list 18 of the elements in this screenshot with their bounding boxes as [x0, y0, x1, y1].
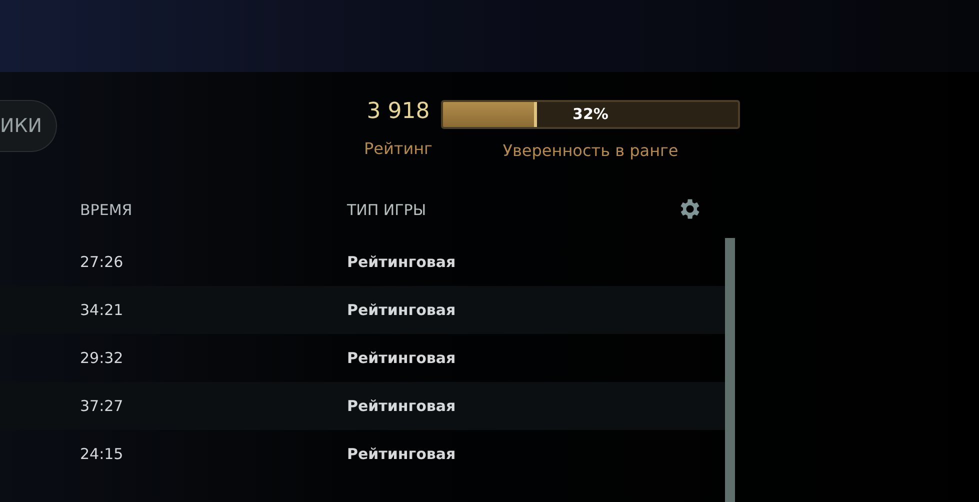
tab-button[interactable]: ИКИ	[0, 100, 58, 152]
time-cell-text: 24:15	[80, 444, 124, 465]
game-type-cell-text: Рейтинговая	[347, 444, 456, 465]
column-header: ВРЕМЯ	[80, 200, 134, 221]
time-cell-text: 27:26	[80, 252, 124, 273]
rating-label: Рейтинг	[364, 138, 432, 160]
column-header: ТИП ИГРЫ	[347, 200, 428, 221]
game-type-cell-text: Рейтинговая	[347, 300, 456, 321]
scrollbar[interactable]	[725, 238, 735, 502]
time-cell-text: 29:32	[80, 348, 124, 369]
game-type-cell-text: Рейтинговая	[347, 252, 456, 273]
time-cell-text: 34:21	[80, 300, 124, 321]
confidence-label: Уверенность в ранге	[502, 140, 678, 162]
rating-value: 3 918	[366, 101, 430, 123]
time-cell-text: 37:27	[80, 396, 124, 417]
game-type-cell-text: Рейтинговая	[347, 348, 456, 369]
game-type-cell-text: Рейтинговая	[347, 396, 456, 417]
confidence-reading: 32%	[572, 104, 610, 126]
